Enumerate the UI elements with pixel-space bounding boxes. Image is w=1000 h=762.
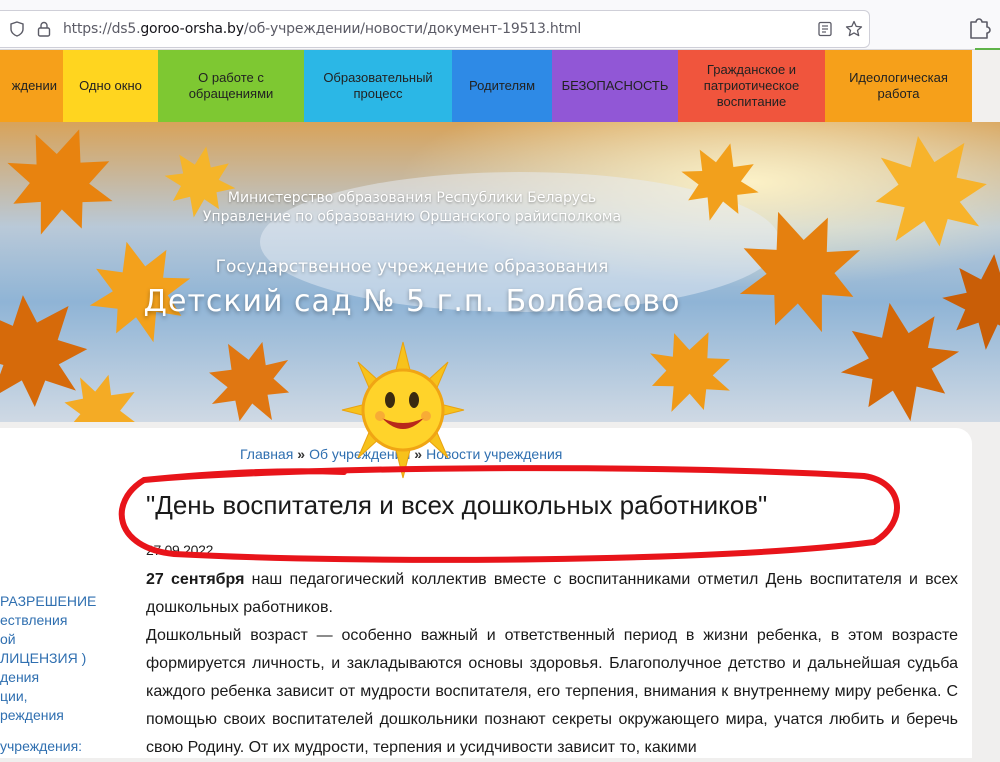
- nav-item-safety[interactable]: БЕЗОПАСНОСТЬ: [552, 50, 678, 122]
- nav-item-label: О работе с обращениями: [188, 70, 274, 101]
- nav-item-patriotic[interactable]: Гражданское и патриотическое воспитание: [678, 50, 825, 122]
- url-text[interactable]: https://ds5.goroo-orsha.by/об-учреждении…: [63, 21, 581, 37]
- institution-name: Государственное учреждение образования: [215, 257, 609, 277]
- extensions-icon[interactable]: [965, 14, 995, 44]
- browser-toolbar: https://ds5.goroo-orsha.by/об-учреждении…: [0, 0, 1000, 50]
- sidebar-link[interactable]: ествления: [0, 611, 120, 630]
- breadcrumb-home[interactable]: Главная: [240, 446, 293, 462]
- nav-item-label: Идеологическая работа: [849, 70, 948, 101]
- smiling-sun-image: [341, 341, 465, 479]
- bookmark-star-icon[interactable]: [845, 20, 863, 38]
- nav-item-parents[interactable]: Родителям: [452, 50, 552, 122]
- url-host: goroo-orsha.by: [140, 21, 244, 37]
- ministry-line-2: Управление по образованию Оршанского рай…: [202, 209, 622, 225]
- article-paragraph: 27 сентября наш педагогический коллектив…: [146, 566, 958, 622]
- ministry-line-1: Министерство образования Республики Бела…: [227, 190, 597, 206]
- article-title: "День воспитателя и всех дошкольных рабо…: [146, 490, 768, 520]
- lock-icon[interactable]: [37, 21, 51, 37]
- nav-item-label: Одно окно: [79, 78, 142, 93]
- article-paragraph-text: наш педагогический коллектив вместе с во…: [146, 571, 959, 616]
- nav-item-about[interactable]: ждении: [0, 50, 63, 122]
- breadcrumb-separator: »: [297, 446, 306, 462]
- header-banner: Министерство образования Республики Бела…: [0, 122, 1000, 422]
- sidebar-link[interactable]: ЛИЦЕНЗИЯ ): [0, 649, 120, 668]
- nav-item-one-window[interactable]: Одно окно: [63, 50, 158, 122]
- article-paragraph: Дошкольный возраст — особенно важный и о…: [146, 627, 958, 756]
- site-title: Детский сад № 5 г.п. Болбасово: [143, 284, 681, 319]
- sidebar-link[interactable]: ой: [0, 630, 120, 649]
- sidebar-link[interactable]: учреждения:: [0, 738, 82, 754]
- main-nav: ждении Одно окно О работе с обращениями …: [0, 50, 1000, 122]
- nav-item-education[interactable]: Образовательный процесс: [304, 50, 452, 122]
- address-bar[interactable]: https://ds5.goroo-orsha.by/об-учреждении…: [0, 10, 870, 48]
- nav-item-label: Образовательный процесс: [323, 70, 433, 101]
- shield-icon[interactable]: [9, 21, 25, 37]
- nav-item-label: ждении: [11, 78, 57, 93]
- reader-view-icon[interactable]: [817, 21, 833, 37]
- sidebar-links: РАЗРЕШЕНИЕ ествления ой ЛИЦЕНЗИЯ ) дения…: [0, 592, 120, 725]
- nav-item-label: Родителям: [468, 78, 536, 93]
- sidebar-link[interactable]: ции,: [0, 687, 120, 706]
- nav-item-label: Гражданское и патриотическое воспитание: [703, 62, 800, 109]
- article-date-bold: 27 сентября: [146, 571, 245, 588]
- article-body: 27 сентября наш педагогический коллектив…: [146, 566, 958, 762]
- url-prefix: https://ds5.: [63, 21, 141, 37]
- article-date: 27.09.2022: [146, 542, 214, 558]
- url-path: /об-учреждении/новости/документ-19513.ht…: [243, 21, 582, 37]
- nav-item-appeals[interactable]: О работе с обращениями: [158, 50, 304, 122]
- sidebar-link[interactable]: дения: [0, 668, 120, 687]
- nav-item-ideology[interactable]: Идеологическая работа: [825, 50, 972, 122]
- nav-item-label: БЕЗОПАСНОСТЬ: [561, 78, 669, 93]
- sidebar-link[interactable]: РАЗРЕШЕНИЕ: [0, 592, 120, 611]
- sidebar-link[interactable]: реждения: [0, 706, 120, 725]
